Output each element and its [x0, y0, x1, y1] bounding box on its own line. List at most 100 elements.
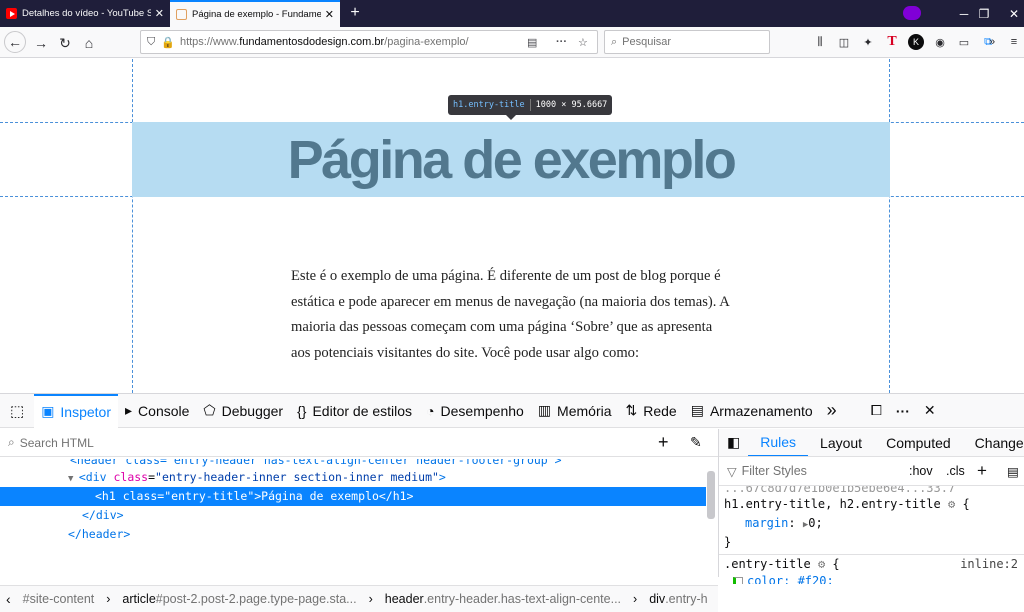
breadcrumb-item[interactable]: #site-content [17, 592, 101, 606]
extension-k-icon[interactable]: K [908, 34, 924, 50]
page-actions-icon[interactable]: ··· [556, 36, 567, 48]
guide-line [889, 59, 890, 393]
youtube-icon [6, 8, 17, 19]
cls-button[interactable]: .cls [946, 464, 965, 478]
tab-inspetor[interactable]: ▣ Inspetor [34, 393, 119, 428]
rule-selector[interactable]: .entry-title ⚙ {inline:2 [719, 555, 1024, 574]
rule-selector[interactable]: h1.entry-title, h2.entry-title ⚙ { [719, 495, 1024, 514]
markup-text: </header> [68, 527, 131, 541]
new-tab-button[interactable]: + [340, 0, 370, 27]
lock-icon[interactable]: 🔒 [161, 36, 175, 49]
rule-line: ...67c8d7d7e1b0e1b5ebe6e4...33.7 [724, 486, 956, 495]
breadcrumb-sep-icon: › [368, 592, 373, 606]
breadcrumb-next-icon[interactable]: › [714, 591, 718, 607]
toggle-pane-icon[interactable]: ◧ [719, 434, 748, 451]
tab-armazenamento[interactable]: ▤ Armazenamento [684, 394, 820, 428]
breadcrumb-item[interactable]: header .entry-header.has-text-align-cente… [379, 592, 627, 606]
rule-declaration[interactable]: margin: ▶0; [719, 514, 1024, 533]
gear-icon[interactable]: ⚙ [818, 557, 825, 571]
extension-t-icon[interactable]: T [884, 34, 900, 50]
expand-twisty-icon[interactable]: ▼ [68, 474, 79, 484]
sidebar-icon[interactable]: ◫ [836, 34, 852, 50]
close-tab-icon[interactable]: ✕ [325, 8, 334, 21]
library-icon[interactable]: ⫼ [812, 34, 828, 50]
tab-label: Editor de estilos [312, 402, 413, 419]
add-node-icon[interactable]: + [658, 432, 669, 453]
tracking-shield-icon[interactable]: ⛉ [147, 36, 155, 49]
filter-icon: ▽ [727, 464, 737, 479]
rule-checkbox[interactable] [733, 576, 743, 584]
guide-line [132, 59, 133, 393]
back-button[interactable]: ← [4, 31, 26, 53]
hov-button[interactable]: :hov [909, 464, 933, 478]
eyedropper-icon[interactable]: ✎ [690, 434, 702, 451]
close-tab-icon[interactable]: ✕ [155, 7, 164, 20]
tab-layout[interactable]: Layout [808, 429, 874, 456]
add-rule-icon[interactable]: + [977, 461, 987, 481]
tab-changes[interactable]: Changes [963, 429, 1024, 456]
breadcrumb-prev-icon[interactable]: ‹ [0, 591, 17, 607]
tab-label: Debugger [221, 402, 284, 419]
tab-rede[interactable]: ⇅ Rede [619, 394, 684, 428]
url-bar[interactable]: ⛉ 🔒 https://www. fundamentosdodesign.com.… [140, 30, 598, 54]
rules-sidebar: ◧ Rules Layout Computed Changes ▽ Filter… [718, 429, 1024, 584]
scrollbar-thumb[interactable] [707, 471, 715, 519]
overflow-menu-icon[interactable]: » [984, 34, 1000, 50]
tab-strip: Detalhes do vídeo - YouTube St ✕ Página … [0, 0, 1024, 27]
tab-debugger[interactable]: ⬠ Debugger [196, 394, 290, 428]
search-html-input[interactable]: ⌕ Search HTML + ✎ [0, 429, 718, 457]
markup-line[interactable]: ▼ <div class="entry-header-inner section… [0, 468, 706, 487]
hamburger-menu-icon[interactable]: ≡ [1006, 34, 1022, 50]
tab-label: Rede [643, 402, 677, 419]
tab-editor-de-estilos[interactable]: {} Editor de estilos [290, 394, 419, 428]
search-placeholder: Pesquisar [622, 36, 672, 48]
tab-pagina-exemplo[interactable]: Página de exemplo - Fundament ✕ [170, 0, 340, 27]
markup-line[interactable]: <header class="entry-header has-text-ali… [0, 459, 706, 467]
forward-button[interactable]: → [30, 32, 52, 54]
filter-placeholder: Filter Styles [741, 464, 807, 478]
dock-icon[interactable]: ⧠ [864, 394, 889, 428]
devtools-menu-icon[interactable]: ··· [889, 394, 917, 428]
gear-icon[interactable]: ⚙ [948, 497, 955, 511]
extension-pocket-icon[interactable]: ▭ [956, 34, 972, 50]
debugger-icon: ⬠ [203, 402, 216, 418]
search-icon: ⌕ [611, 35, 618, 48]
tab-console[interactable]: ▸ Console [118, 394, 196, 428]
markup-tag: <div [78, 470, 107, 484]
extension-icon[interactable]: ✦ [860, 34, 876, 50]
tab-label: Memória [557, 402, 612, 419]
tab-desempenho[interactable]: ◔ Desempenho [419, 394, 531, 428]
tab-label: Console [138, 402, 190, 419]
devtools-panel: ⬚ ▣ Inspetor ▸ Console ⬠ Debugger {} Editor … [0, 393, 1024, 612]
reader-view-icon[interactable]: ▤ [527, 36, 537, 49]
bookmark-star-icon[interactable]: ☆ [578, 36, 588, 49]
tab-computed[interactable]: Computed [874, 429, 963, 456]
search-icon: ⌕ [8, 435, 15, 449]
page-title: Página de exemplo [287, 129, 737, 190]
reload-button[interactable]: ↻ [54, 32, 76, 54]
account-icon[interactable]: ◉ [932, 34, 948, 50]
tab-title: Página de exemplo - Fundament [192, 9, 321, 20]
breadcrumb-item[interactable]: article #post-2.post-2.page.type-page.sta… [116, 592, 362, 606]
rule-close: } [724, 535, 732, 549]
filter-styles-input[interactable]: ▽ Filter Styles :hov .cls + ▤ [719, 457, 1024, 486]
more-tools-icon[interactable]: » [820, 394, 844, 428]
url-domain: fundamentosdodesign.com.br [239, 36, 385, 48]
element-picker-button[interactable]: ⬚ [0, 394, 34, 428]
home-button[interactable]: ⌂ [78, 32, 100, 54]
markup-line[interactable]: </header> [0, 525, 706, 544]
print-media-icon[interactable]: ▤ [1007, 464, 1019, 479]
tab-youtube[interactable]: Detalhes do vídeo - YouTube St ✕ [0, 0, 170, 27]
url-prefix: https://www. [179, 36, 240, 48]
close-devtools-icon[interactable]: ✕ [917, 394, 943, 428]
rule-source-link[interactable]: inline:2 [960, 555, 1018, 574]
inspector-tooltip: h1.entry-title 1000 × 95.6667 [448, 95, 613, 115]
search-bar[interactable]: ⌕ Pesquisar [604, 30, 770, 54]
breadcrumb-item[interactable]: div .entry-h [643, 592, 713, 606]
tab-memoria[interactable]: ▥ Memória [531, 394, 619, 428]
tab-rules[interactable]: Rules [748, 429, 809, 456]
close-window-button[interactable]: ✕ [994, 0, 1024, 27]
markup-line[interactable]: </div> [0, 506, 706, 525]
picker-icon: ⬚ [10, 402, 25, 420]
markup-line-selected[interactable]: <h1 class="entry-title">Página de exempl… [0, 487, 706, 506]
